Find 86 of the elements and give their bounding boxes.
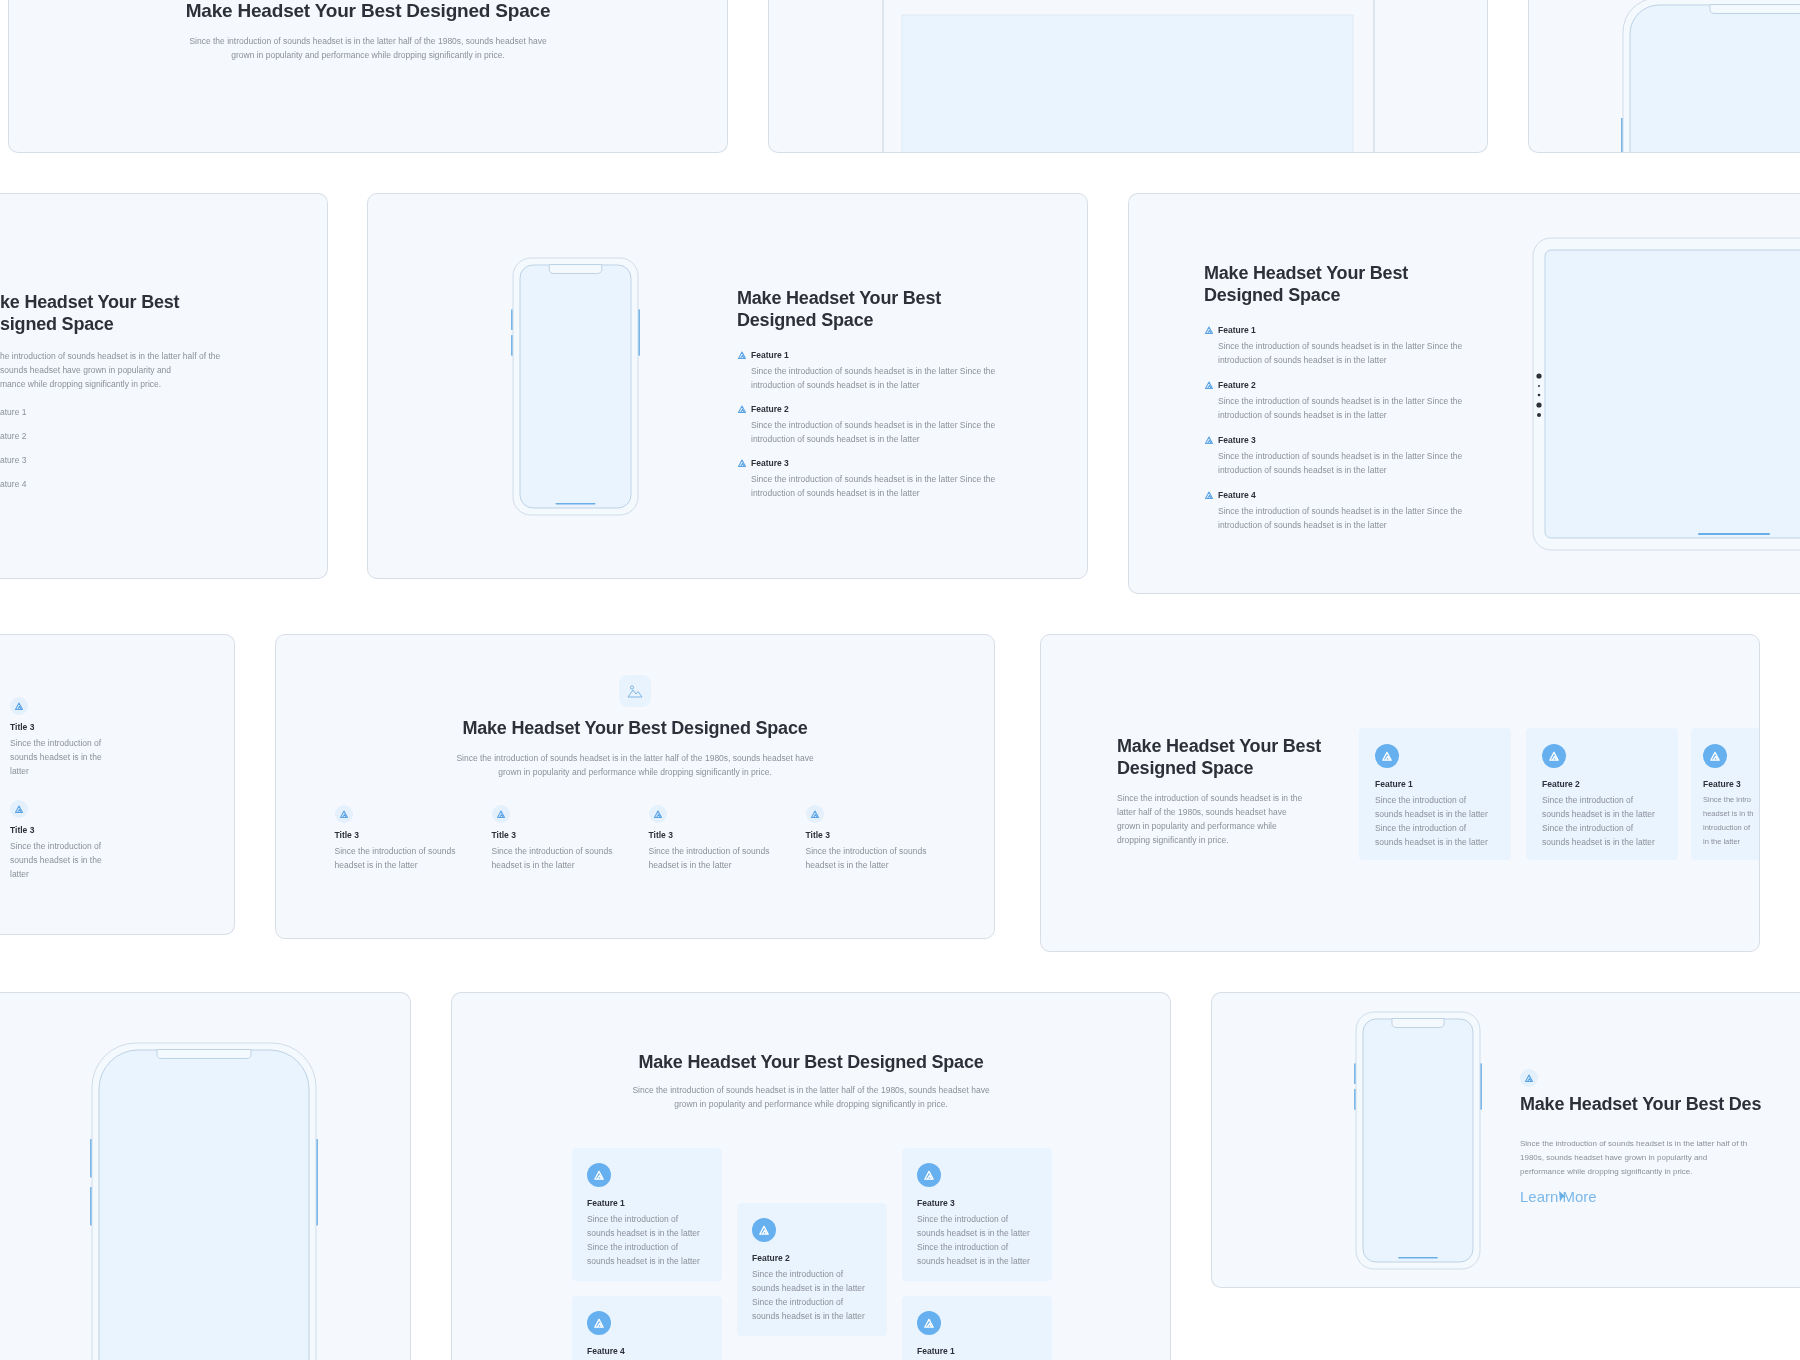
paragraph-line: 1980s, sounds headset have grown in popularity and <box>1520 1152 1709 1164</box>
paragraph: Since the introduction of sounds headset is in the latter half of the 1980s, sounds headset have grown in popularity and performance while dropping significantly in price. <box>188 35 548 62</box>
feature-description: Since the introduction of sounds headset is in the latter Since the introduction of sounds headset is in the latter <box>750 473 997 500</box>
headline: Make Headset Your Best Designed Space <box>1204 262 1409 306</box>
mountain-icon <box>737 350 747 360</box>
mountain-icon <box>917 1163 941 1187</box>
feature-title: Feature 4 <box>587 1345 626 1357</box>
mountain-icon <box>1204 325 1214 335</box>
headline: Make Headset Your Best Designed Space <box>638 1051 984 1073</box>
feature-title: Feature 1 <box>917 1345 956 1357</box>
mountain-icon <box>1375 744 1399 768</box>
column-description: Since the introduction of sounds headset is in the latter <box>648 845 771 872</box>
feature-description: Since the introduction of sounds headset is in the latter Since the introduction of sounds headset is in the latter <box>1217 340 1464 367</box>
feature-title: Feature 3 <box>751 457 789 469</box>
item-title: Title 3 <box>10 721 36 733</box>
mountain-icon <box>737 458 747 468</box>
paragraph-line: Since the introduction of sounds headset is in the latter half of th <box>1520 1138 1749 1150</box>
headline: Make Headset Your Best Designed Space <box>737 287 942 331</box>
feature-title: Feature 3 <box>917 1197 956 1209</box>
headline: Make Headset Your Best Designed Space <box>462 717 808 739</box>
paragraph: Since the introduction of sounds headset is in the latter half of the 1980s, sounds headset have grown in popularity and performance while dropping significantly in price. <box>455 752 815 779</box>
feature-description: Since the introduction of sounds headset is in the latter Since the introduction of sounds headset is in the latter <box>1217 450 1464 477</box>
mountain-icon <box>334 805 353 823</box>
feature-description: Since the introduction of sounds headset is in the latter Since the introduction of sounds headset is in the latter <box>1375 794 1489 849</box>
feature-title: Feature 3 <box>1218 434 1256 446</box>
mountain-icon <box>10 800 28 818</box>
mountain-icon <box>1204 380 1214 390</box>
column-description: Since the introduction of sounds headset is in the latter <box>491 845 614 872</box>
paragraph: Since the introduction of sounds headset is in the latter half of the 1980s, sounds headset have grown in popularity and performance while dropping significantly in price. <box>1117 792 1304 847</box>
mountain-icon <box>1204 435 1214 445</box>
feature-description: Since the introduction of sounds headset is in the latter Since the introduction of sounds headset is in the latter <box>1217 395 1464 422</box>
feature-description: Since the introduction of sounds headset is in the latter Since the introduction of sounds headset is in the latter <box>1217 505 1464 532</box>
feature-title: Feature 2 <box>1542 778 1581 790</box>
headline: signed Space <box>0 313 115 335</box>
feature-label: ature 1 <box>0 406 28 419</box>
feature-title: Feature 2 <box>752 1252 791 1264</box>
paragraph-line: performance while dropping significantly in price. <box>1520 1166 1694 1178</box>
headline: Make Headset Your Best Designed Space <box>1117 735 1322 779</box>
mountain-icon <box>1204 490 1214 500</box>
item-title: Title 3 <box>10 824 36 836</box>
column-title: Title 3 <box>491 829 517 841</box>
mountain-icon <box>917 1311 941 1335</box>
headline: Make Headset Your Best Designed Space <box>185 0 551 22</box>
mountain-icon <box>1542 744 1566 768</box>
mountain-icon <box>1520 1069 1538 1087</box>
image-icon <box>619 675 651 707</box>
feature-title: Feature 2 <box>1218 379 1256 391</box>
mountain-icon <box>10 697 28 715</box>
mountain-icon <box>587 1311 611 1335</box>
column-title: Title 3 <box>334 829 360 841</box>
headline: Make Headset Your Best Des <box>1520 1093 1762 1115</box>
feature-description: Since the introduction of sounds headset is in the latter Since the introduction of sounds headset is in the latter <box>752 1268 866 1323</box>
feature-description: Since the introduction of sounds headset is in the latter Since the introduction of sounds headset is in the latter <box>1542 794 1656 849</box>
mountain-icon <box>1703 744 1727 768</box>
feature-description: Since the introduction of sounds headset is in the latter Since the introduction of sounds headset is in the latter <box>587 1213 701 1268</box>
feature-label: ature 2 <box>0 430 28 443</box>
feature-title: Feature 1 <box>587 1197 626 1209</box>
paragraph-line: he introduction of sounds headset is in the latter half of the <box>0 350 221 363</box>
column-description: Since the introduction of sounds headset is in the latter <box>805 845 928 872</box>
paragraph-line: mance while dropping significantly in price. <box>0 378 163 391</box>
feature-title: Feature 1 <box>751 349 789 361</box>
column-description: Since the introduction of sounds headset is in the latter <box>334 845 457 872</box>
column-title: Title 3 <box>648 829 674 841</box>
feature-description: Since the introduction of sounds headset is in the latter Since the introduction of sounds headset is in the latter <box>750 365 997 392</box>
feature-description: Since the introduction of sounds headset is in the latter Since the introduction of sounds headset is in the latter <box>750 419 997 446</box>
mountain-icon <box>587 1163 611 1187</box>
column-title: Title 3 <box>805 829 831 841</box>
paragraph: Since the introduction of sounds headset is in the latter half of the 1980s, sounds headset have grown in popularity and performance while dropping significantly in price. <box>631 1084 991 1111</box>
mountain-icon <box>752 1218 776 1242</box>
feature-title: Feature 2 <box>751 403 789 415</box>
mountain-icon <box>737 404 747 414</box>
feature-title: Feature 1 <box>1375 778 1414 790</box>
item-description: Since the introduction of sounds headset is in the latter <box>10 737 103 778</box>
feature-title: Feature 1 <box>1218 324 1256 336</box>
feature-description: Since the introduction of sounds headset is in the latter Since the introduction of sounds headset is in the latter <box>917 1213 1031 1268</box>
paragraph-line: sounds headset have grown in popularity and <box>0 364 173 377</box>
feature-label: ature 3 <box>0 454 28 467</box>
mountain-icon <box>491 805 510 823</box>
mountain-icon <box>805 805 824 823</box>
feature-title: Feature 3 <box>1703 778 1742 790</box>
headline: ke Headset Your Best <box>0 291 181 313</box>
mountain-icon <box>648 805 667 823</box>
item-description: Since the introduction of sounds headset is in the latter <box>10 840 103 881</box>
feature-title: Feature 4 <box>1218 489 1256 501</box>
feature-label: ature 4 <box>0 478 28 491</box>
learn-more-link[interactable]: Learn More <box>1520 1188 1597 1205</box>
